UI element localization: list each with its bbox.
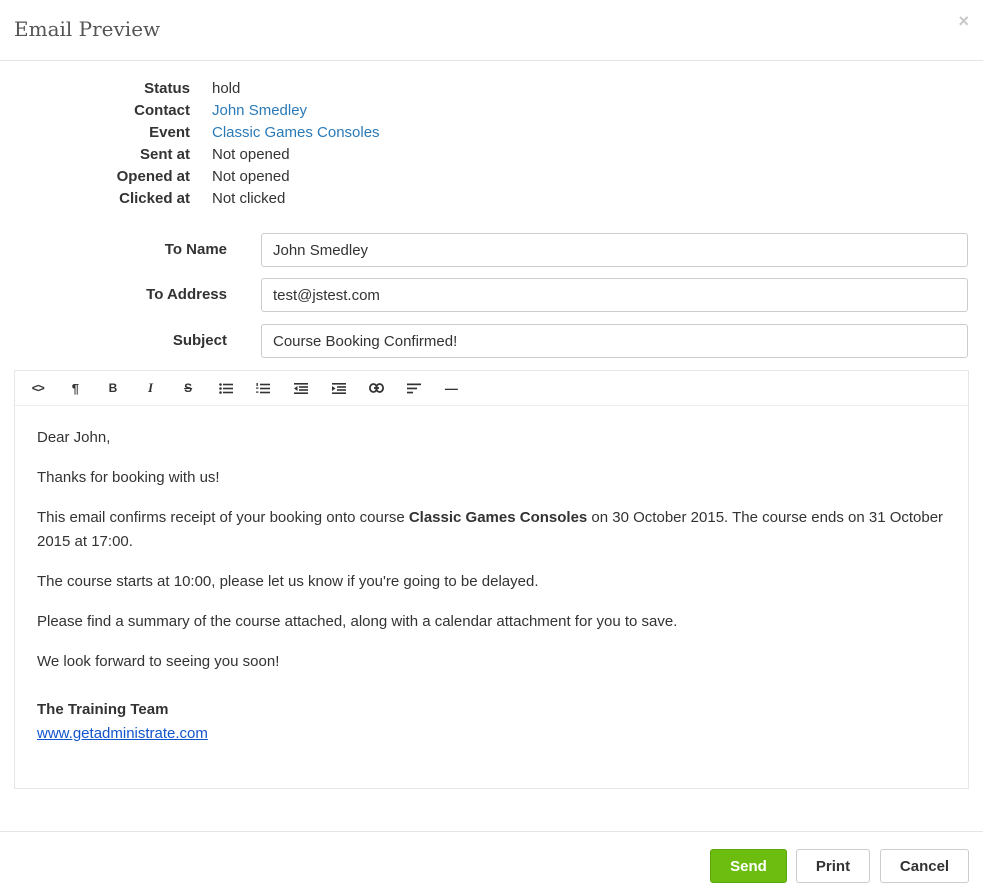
- modal-title: Email Preview: [14, 17, 161, 41]
- email-body[interactable]: Dear John, Thanks for booking with us! T…: [15, 406, 968, 766]
- rich-text-editor[interactable]: <> ¶ B I S — Dear John, Thanks for booki…: [14, 370, 969, 789]
- paragraph-icon[interactable]: ¶: [57, 371, 95, 405]
- paragraph-glyph: ¶: [71, 380, 79, 396]
- meta-label: Opened at: [116, 168, 190, 185]
- send-button[interactable]: Send: [710, 849, 787, 883]
- editor-toolbar: <> ¶ B I S —: [15, 371, 968, 406]
- contact-link[interactable]: John Smedley: [212, 100, 307, 122]
- to-address-row: To Address: [0, 278, 983, 312]
- to-name-row: To Name: [0, 233, 983, 267]
- signature-name: The Training Team: [37, 701, 169, 718]
- meta-row-event: Event Classic Games Consoles: [0, 122, 380, 144]
- email-start-time: The course starts at 10:00, please let u…: [37, 573, 539, 590]
- confirm-prefix: This email confirms receipt of your book…: [37, 509, 409, 526]
- email-closing: We look forward to seeing you soon!: [37, 653, 280, 670]
- opened-at-value: Not opened: [212, 168, 290, 185]
- meta-row-contact: Contact John Smedley: [0, 100, 380, 122]
- subject-label: Subject: [172, 332, 227, 349]
- link-icon[interactable]: [357, 371, 395, 405]
- horizontal-rule-icon[interactable]: —: [433, 371, 471, 405]
- numbered-list-icon[interactable]: [245, 371, 283, 405]
- bold-icon[interactable]: B: [94, 371, 132, 405]
- subject-input[interactable]: [261, 324, 968, 358]
- sent-at-value: Not opened: [212, 146, 290, 163]
- email-meta: Status hold Contact John Smedley Event C…: [0, 78, 380, 210]
- to-address-label: To Address: [146, 286, 227, 303]
- meta-row-opened-at: Opened at Not opened: [0, 166, 380, 188]
- meta-label: Event: [149, 124, 190, 141]
- to-address-input[interactable]: [261, 278, 968, 312]
- clicked-at-value: Not clicked: [212, 190, 286, 207]
- modal-footer: Send Print Cancel: [0, 831, 983, 895]
- meta-label: Sent at: [139, 146, 190, 163]
- code-glyph: <>: [31, 381, 45, 395]
- signature-link[interactable]: www.getadministrate.com: [37, 725, 208, 742]
- align-icon[interactable]: [395, 371, 433, 405]
- meta-row-status: Status hold: [0, 78, 380, 100]
- meta-label: Status: [144, 80, 190, 97]
- meta-label: Clicked at: [119, 190, 190, 207]
- cancel-button[interactable]: Cancel: [880, 849, 969, 883]
- email-confirmation: This email confirms receipt of your book…: [37, 506, 946, 554]
- strikethrough-icon[interactable]: S: [169, 371, 207, 405]
- hr-glyph: —: [444, 380, 458, 396]
- meta-row-clicked-at: Clicked at Not clicked: [0, 188, 380, 210]
- to-name-label: To Name: [164, 241, 227, 258]
- italic-icon[interactable]: I: [132, 371, 170, 405]
- outdent-icon[interactable]: [282, 371, 320, 405]
- email-thanks: Thanks for booking with us!: [37, 469, 220, 486]
- event-link[interactable]: Classic Games Consoles: [212, 122, 380, 144]
- bulleted-list-icon[interactable]: [207, 371, 245, 405]
- strike-glyph: S: [184, 381, 193, 395]
- print-button[interactable]: Print: [796, 849, 870, 883]
- bold-glyph: B: [108, 381, 118, 395]
- status-value: hold: [212, 80, 241, 97]
- modal-header: Email Preview ×: [0, 0, 983, 61]
- email-greeting: Dear John,: [37, 429, 111, 446]
- subject-row: Subject: [0, 324, 983, 358]
- to-name-input[interactable]: [261, 233, 968, 267]
- meta-label: Contact: [134, 102, 190, 119]
- confirm-course: Classic Games Consoles: [408, 509, 588, 526]
- italic-glyph: I: [148, 380, 154, 395]
- indent-icon[interactable]: [320, 371, 358, 405]
- code-icon[interactable]: <>: [19, 371, 57, 405]
- email-summary: Please find a summary of the course atta…: [37, 613, 678, 630]
- close-icon[interactable]: ×: [958, 12, 969, 30]
- meta-row-sent-at: Sent at Not opened: [0, 144, 380, 166]
